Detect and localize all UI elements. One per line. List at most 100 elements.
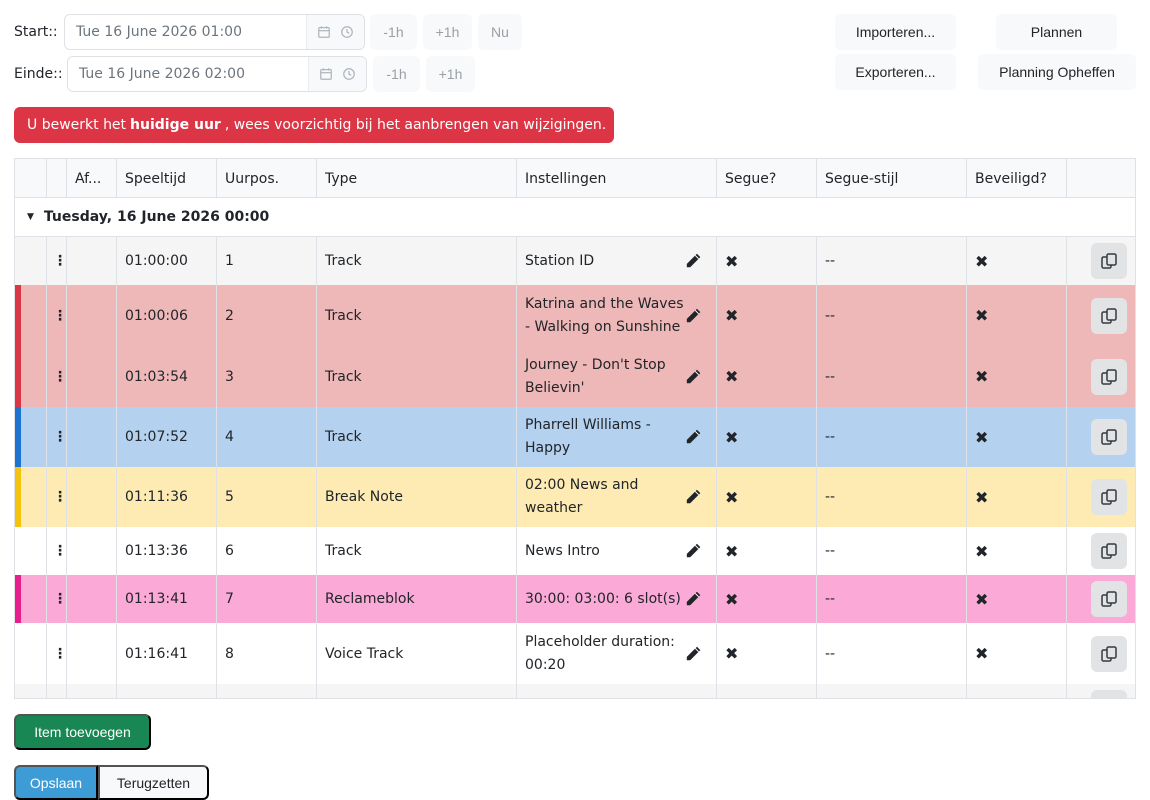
af-cell: [67, 237, 117, 285]
settings-text: Pharrell Williams - Happy: [525, 417, 651, 456]
end-picker-addon[interactable]: [308, 57, 366, 91]
unplan-button[interactable]: Planning Opheffen: [978, 54, 1136, 90]
drag-handle-icon[interactable]: ⋮..: [47, 346, 67, 407]
group-row[interactable]: ▼ Tuesday, 16 June 2026 00:00: [15, 198, 1135, 237]
header-hourpos[interactable]: Uurpos.: [217, 159, 317, 198]
header-af[interactable]: Af...: [67, 159, 117, 198]
start-plus-1h-button[interactable]: +1h: [423, 14, 472, 50]
import-button[interactable]: Importeren...: [835, 14, 956, 50]
af-cell: [67, 467, 117, 527]
caret-down-icon[interactable]: ▼: [27, 212, 34, 222]
type-cell: Voice Track: [317, 623, 517, 684]
header-protected[interactable]: Beveiligd?: [967, 159, 1067, 198]
header-segue-style[interactable]: Segue-stijl: [817, 159, 967, 198]
playtime-cell: [117, 684, 217, 698]
calendar-icon[interactable]: [319, 67, 333, 81]
plan-button[interactable]: Plannen: [996, 14, 1117, 50]
table-row-partial[interactable]: [15, 684, 1135, 698]
x-mark-icon: ✖: [975, 541, 989, 561]
x-mark-icon: ✖: [725, 589, 739, 609]
af-cell: [67, 285, 117, 346]
end-plus-1h-button[interactable]: +1h: [426, 56, 475, 92]
af-cell: [67, 623, 117, 684]
save-button[interactable]: Opslaan: [14, 765, 98, 800]
x-mark-icon: ✖: [975, 306, 989, 325]
table-row[interactable]: ⋮.. 01:00:001Track Station ID ✖ -- ✖: [15, 237, 1135, 285]
settings-text: 30:00: 03:00: 6 slot(s): [525, 590, 681, 607]
copy-icon[interactable]: [1091, 419, 1127, 455]
stripe-cell: [15, 623, 47, 684]
segue-style-cell: --: [817, 623, 967, 684]
end-datetime-input[interactable]: Tue 16 June 2026 02:00: [67, 56, 367, 92]
start-datetime-input[interactable]: Tue 16 June 2026 01:00: [64, 14, 365, 50]
header-stripe: [15, 159, 47, 198]
x-mark-icon: ✖: [725, 367, 739, 386]
drag-handle-icon[interactable]: ⋮..: [47, 623, 67, 684]
playtime-cell: 01:16:41: [117, 623, 217, 684]
drag-handle-icon[interactable]: ⋮..: [47, 285, 67, 346]
table-row[interactable]: ⋮.. 01:07:524TrackPharrell Williams - Hap…: [15, 407, 1135, 467]
table-row[interactable]: ⋮.. 01:00:062TrackKatrina and the Waves -…: [15, 285, 1135, 346]
table-row[interactable]: ⋮.. 01:11:365Break Note02:00 News and wea…: [15, 467, 1135, 527]
pencil-icon[interactable]: [684, 542, 702, 560]
stripe-cell: [15, 575, 47, 623]
start-picker-addon[interactable]: [306, 15, 364, 49]
now-button[interactable]: Nu: [478, 14, 522, 50]
pencil-icon[interactable]: [684, 488, 702, 506]
stripe-cell: [15, 527, 47, 575]
segue-cell: ✖: [717, 407, 817, 467]
pencil-icon[interactable]: [684, 368, 702, 386]
copy-icon[interactable]: [1091, 358, 1127, 395]
segue-style-cell: --: [817, 575, 967, 623]
pencil-icon[interactable]: [684, 645, 702, 663]
table-row[interactable]: ⋮.. 01:03:543TrackJourney - Don't Stop Be…: [15, 346, 1135, 407]
end-minus-1h-button[interactable]: -1h: [373, 56, 420, 92]
af-cell: [67, 407, 117, 467]
playtime-cell: 01:13:36: [117, 527, 217, 575]
segue-style-cell: --: [817, 346, 967, 407]
drag-handle-icon[interactable]: ⋮..: [47, 467, 67, 527]
drag-handle-icon[interactable]: ⋮..: [47, 407, 67, 467]
table-row[interactable]: ⋮.. 01:13:417Reclameblok 30:00: 03:00: 6 s…: [15, 575, 1135, 623]
x-mark-icon: ✖: [725, 306, 739, 325]
add-item-button[interactable]: Item toevoegen: [14, 714, 151, 750]
reset-button[interactable]: Terugzetten: [98, 765, 209, 800]
drag-handle-icon[interactable]: ⋮..: [47, 575, 67, 623]
protected-cell: ✖: [967, 467, 1067, 527]
drag-handle-icon[interactable]: ⋮..: [47, 527, 67, 575]
protected-cell: ✖: [967, 623, 1067, 684]
pencil-icon[interactable]: [684, 252, 702, 270]
header-type[interactable]: Type: [317, 159, 517, 198]
start-minus-1h-button[interactable]: -1h: [370, 14, 417, 50]
export-button[interactable]: Exporteren...: [835, 54, 956, 90]
calendar-icon[interactable]: [317, 25, 331, 39]
type-cell: Track: [317, 407, 517, 467]
copy-icon[interactable]: [1091, 297, 1127, 334]
settings-text: Katrina and the Waves - Walking on Sunsh…: [525, 295, 684, 335]
settings-text: News Intro: [525, 542, 600, 559]
segue-cell: ✖: [717, 237, 817, 285]
table-row[interactable]: ⋮.. 01:13:366Track News Intro ✖ -- ✖: [15, 527, 1135, 575]
playlist-grid: Af... Speeltijd Uurpos. Type Instellinge…: [14, 158, 1136, 699]
segue-cell: ✖: [717, 467, 817, 527]
protected-cell: ✖: [967, 527, 1067, 575]
pencil-icon[interactable]: [684, 590, 702, 608]
copy-icon[interactable]: [1091, 533, 1127, 569]
clock-icon[interactable]: [340, 25, 354, 39]
table-row[interactable]: ⋮.. 01:16:418Voice TrackPlaceholder durat…: [15, 623, 1135, 684]
clock-icon[interactable]: [342, 67, 356, 81]
settings-cell: Pharrell Williams - Happy: [517, 407, 717, 467]
copy-icon[interactable]: [1091, 581, 1127, 617]
end-datetime-value: Tue 16 June 2026 02:00: [79, 66, 245, 82]
header-playtime[interactable]: Speeltijd: [117, 159, 217, 198]
drag-handle-icon[interactable]: ⋮..: [47, 237, 67, 285]
copy-icon[interactable]: [1091, 243, 1127, 279]
copy-icon[interactable]: [1091, 690, 1127, 698]
stripe-cell: [15, 346, 47, 407]
copy-icon[interactable]: [1091, 635, 1127, 672]
pencil-icon[interactable]: [684, 307, 702, 325]
header-settings[interactable]: Instellingen: [517, 159, 717, 198]
pencil-icon[interactable]: [684, 428, 702, 446]
copy-icon[interactable]: [1091, 479, 1127, 515]
header-segue[interactable]: Segue?: [717, 159, 817, 198]
